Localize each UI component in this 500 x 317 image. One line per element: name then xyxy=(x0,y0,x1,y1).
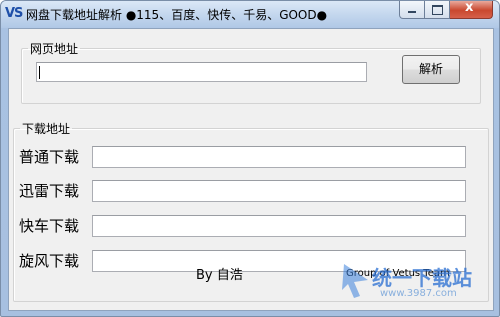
url-group-label: 网页地址 xyxy=(30,42,79,56)
xunlei-download-field[interactable] xyxy=(92,180,466,202)
group-credit: Group of Vetus Team xyxy=(346,268,450,279)
minimize-button[interactable] xyxy=(399,1,425,19)
parse-button[interactable]: 解析 xyxy=(402,55,460,84)
window-controls: x xyxy=(399,1,493,19)
app-window: VS 网盘下载地址解析 ●115、百度、快传、千易、GOOD● x 网页地址 解… xyxy=(0,0,500,317)
flashget-download-label: 快车下载 xyxy=(19,217,80,235)
flashget-download-field[interactable] xyxy=(92,215,466,237)
download-group-label: 下载地址 xyxy=(22,122,71,136)
title-bar[interactable]: VS 网盘下载地址解析 ●115、百度、快传、千易、GOOD● x xyxy=(1,1,499,28)
normal-download-label: 普通下载 xyxy=(19,148,80,166)
qq-whirlwind-download-label: 旋风下载 xyxy=(19,252,80,270)
close-button[interactable]: x xyxy=(450,1,493,19)
maximize-icon xyxy=(432,5,443,15)
close-icon: x xyxy=(465,0,474,15)
normal-download-field[interactable] xyxy=(92,146,466,168)
text-caret xyxy=(39,66,40,79)
window-title: 网盘下载地址解析 ●115、百度、快传、千易、GOOD● xyxy=(26,8,328,22)
maximize-button[interactable] xyxy=(425,1,450,19)
author-credit: By 自浩 xyxy=(196,268,243,283)
minimize-icon xyxy=(408,11,416,13)
app-logo-icon: VS xyxy=(5,6,23,21)
xunlei-download-label: 迅雷下载 xyxy=(19,182,80,200)
url-input[interactable] xyxy=(36,62,367,82)
